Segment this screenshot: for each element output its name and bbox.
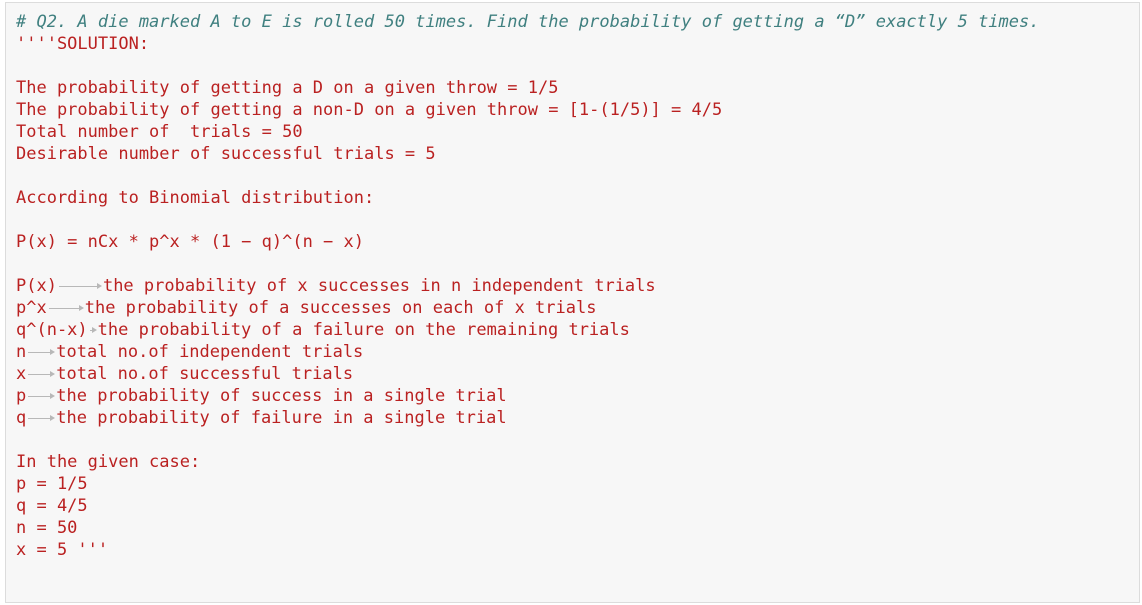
code-line: ''''SOLUTION: xyxy=(16,34,150,54)
tab-arrow-icon xyxy=(57,275,103,297)
term-definition: the probability of a failure on the rema… xyxy=(97,320,630,340)
code-line: p the probability of success in a single … xyxy=(16,385,1040,407)
term-label: p^x xyxy=(16,298,47,318)
code-line: p^x the probability of a successes on eac… xyxy=(16,297,1040,319)
term-definition: total no.of successful trials xyxy=(56,364,354,384)
code-line: The probability of getting a D on a give… xyxy=(16,78,559,98)
code-line: x = 5 ''' xyxy=(16,540,109,560)
code-line: According to Binomial distribution: xyxy=(16,188,375,208)
term-definition: the probability of failure in a single t… xyxy=(56,408,507,428)
tab-arrow-icon xyxy=(26,407,56,429)
code-line: p = 1/5 xyxy=(16,474,88,494)
term-definition: the probability of x successes in n inde… xyxy=(102,276,656,296)
tab-arrow-icon xyxy=(47,297,85,319)
code-line: q the probability of failure in a single … xyxy=(16,407,1040,429)
term-label: x xyxy=(16,364,27,384)
code-line: P(x) the probability of x successes in n … xyxy=(16,275,1040,297)
code-line: n total no.of independent trials xyxy=(16,341,1040,363)
tab-arrow-icon xyxy=(88,319,98,341)
term-label: p xyxy=(16,386,27,406)
term-definition: total no.of independent trials xyxy=(56,342,364,362)
term-definition: the probability of a successes on each o… xyxy=(84,298,597,318)
term-label: P(x) xyxy=(16,276,57,296)
code-line: The probability of getting a non-D on a … xyxy=(16,100,723,120)
term-definition: the probability of success in a single t… xyxy=(56,386,507,406)
tab-arrow-icon xyxy=(26,363,56,385)
code-line: P(x) = nCx * p^x * (1 − q)^(n − x) xyxy=(16,232,364,252)
code-line: Desirable number of successful trials = … xyxy=(16,144,436,164)
code-line: q^(n-x) the probability of a failure on t… xyxy=(16,319,1040,341)
code-line: n = 50 xyxy=(16,518,78,538)
term-label: n xyxy=(16,342,27,362)
code-line: In the given case: xyxy=(16,452,201,472)
code-editor[interactable]: # Q2. A die marked A to E is rolled 50 t… xyxy=(16,11,1040,561)
code-line: Total number of trials = 50 xyxy=(16,122,303,142)
code-line: q = 4/5 xyxy=(16,496,88,516)
term-label: q^(n-x) xyxy=(16,320,88,340)
tab-arrow-icon xyxy=(26,385,56,407)
tab-arrow-icon xyxy=(26,341,56,363)
code-line: x total no.of successful trials xyxy=(16,363,1040,385)
term-label: q xyxy=(16,408,27,428)
code-cell[interactable]: # Q2. A die marked A to E is rolled 50 t… xyxy=(5,2,1140,603)
comment-line: # Q2. A die marked A to E is rolled 50 t… xyxy=(16,12,1040,32)
